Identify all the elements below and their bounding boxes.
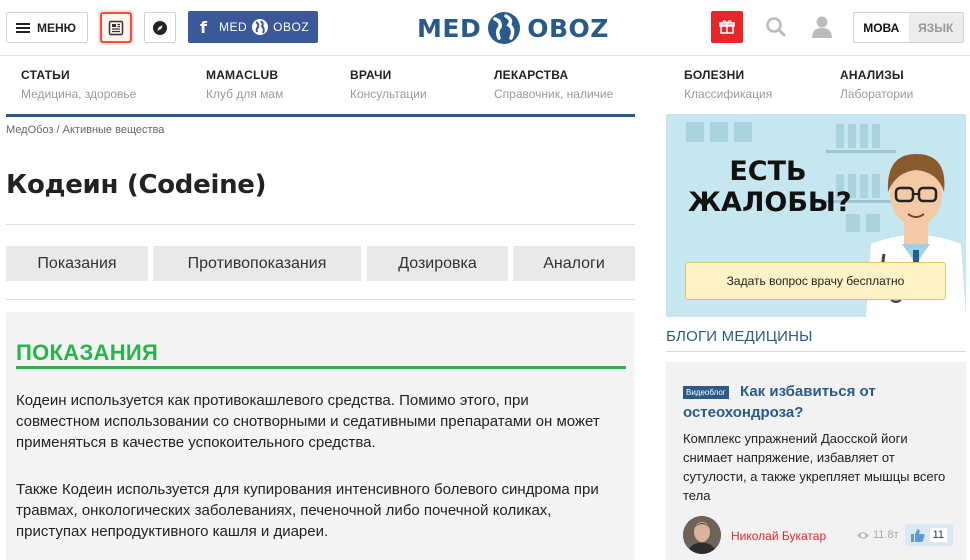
ask-doctor-banner[interactable]: ЕСТЬ ЖАЛОБЫ? Задать вопрос врачу бесплат… <box>666 114 966 317</box>
gift-icon <box>719 20 735 34</box>
breadcrumb-current[interactable]: Активные вещества <box>63 124 165 136</box>
lang-ukrainian[interactable]: МОВА <box>854 13 909 42</box>
nav-item-subtitle: Клуб для мам <box>206 87 284 101</box>
author-avatar[interactable] <box>683 516 721 554</box>
lang-russian[interactable]: ЯЗЫК <box>908 13 963 42</box>
like-count: 11 <box>929 528 947 542</box>
divider <box>666 351 966 352</box>
nav-item-title: MAMACLUB <box>206 68 279 82</box>
site-logo[interactable]: MED OBOZ <box>417 9 609 47</box>
language-switcher: МОВА ЯЗЫК <box>853 12 964 43</box>
nav-item-analyses[interactable]: АНАЛИЗЫ Лаборатории <box>840 68 913 101</box>
view-count: 11.8т <box>856 529 899 541</box>
gift-button[interactable] <box>711 11 743 43</box>
nav-item-articles[interactable]: СТАТЬИ Медицина, здоровье <box>21 68 136 101</box>
nav-item-mamaclub[interactable]: MAMACLUB Клуб для мам <box>206 68 283 101</box>
author-photo <box>683 516 721 554</box>
facebook-button[interactable]: f MED OBOZ <box>188 11 318 43</box>
tab-dosage[interactable]: Дозировка <box>367 246 508 281</box>
blogs-heading[interactable]: БЛОГИ МЕДИЦИНЫ <box>666 328 813 345</box>
logo-text-right: OBOZ <box>527 13 609 43</box>
facebook-icon: f <box>200 17 207 37</box>
divider <box>6 299 635 300</box>
nav-item-title: СТАТЬИ <box>21 68 70 82</box>
eye-icon <box>857 531 869 539</box>
section-divider <box>6 114 635 117</box>
banner-question: ЕСТЬ ЖАЛОБЫ? <box>688 156 852 218</box>
menu-label: МЕНЮ <box>37 20 77 35</box>
nav-item-subtitle: Консультации <box>350 87 427 101</box>
page-title: Кодеин (Codeine) <box>6 170 267 200</box>
nav-item-subtitle: Медицина, здоровье <box>21 87 137 101</box>
video-blog-badge: Видеоблог <box>683 386 729 399</box>
like-button[interactable]: 11 <box>905 524 953 546</box>
breadcrumb-home[interactable]: МедОбоз <box>6 124 53 136</box>
category-nav: СТАТЬИ Медицина, здоровье MAMACLUB Клуб … <box>0 57 970 113</box>
banner-question-line-2: ЖАЛОБЫ? <box>688 187 852 218</box>
site-header: МЕНЮ f MED OBOZ MED OBOZ МОВА ЯЗЫК <box>0 0 970 56</box>
nav-item-title: БОЛЕЗНИ <box>684 68 745 82</box>
view-count-value: 11.8т <box>873 529 899 541</box>
paragraph: Также Кодеин используется для купировани… <box>16 481 599 540</box>
compass-icon <box>153 20 167 35</box>
facebook-label-right: OBOZ <box>273 20 310 34</box>
tab-contraindications[interactable]: Противопоказания <box>153 246 361 281</box>
logo-globe-icon <box>488 12 521 44</box>
news-feed-button[interactable] <box>100 12 132 43</box>
newspaper-icon <box>108 20 124 35</box>
nav-item-diseases[interactable]: БОЛЕЗНИ Классификация <box>684 68 772 101</box>
banner-question-line-1: ЕСТЬ <box>729 156 807 187</box>
breadcrumb-separator: / <box>53 124 63 136</box>
compass-button[interactable] <box>144 12 176 43</box>
section-heading-underline <box>16 366 626 369</box>
author-name[interactable]: Николай Букатар <box>731 529 826 543</box>
search-icon[interactable] <box>765 16 787 38</box>
tab-indications[interactable]: Показания <box>6 246 148 281</box>
ask-doctor-button[interactable]: Задать вопрос врачу бесплатно <box>685 262 946 300</box>
globe-icon <box>252 19 269 35</box>
nav-item-subtitle: Справочник, наличие <box>494 87 614 101</box>
tab-analogs[interactable]: Аналоги <box>513 246 635 281</box>
paragraph: Кодеин используется как противокашлевого… <box>16 392 600 451</box>
divider <box>6 224 635 225</box>
nav-item-subtitle: Лаборатории <box>840 87 914 101</box>
user-icon[interactable] <box>811 15 833 39</box>
blog-excerpt: Комплекс упражнений Даосской йоги снимае… <box>683 431 946 503</box>
facebook-label-left: MED <box>218 20 248 34</box>
thumbs-up-icon <box>911 528 925 542</box>
menu-button[interactable]: МЕНЮ <box>6 12 88 43</box>
nav-item-doctors[interactable]: ВРАЧИ Консультации <box>350 68 427 101</box>
breadcrumb: МедОбоз / Активные вещества <box>6 124 164 136</box>
nav-item-title: ВРАЧИ <box>350 68 392 82</box>
nav-item-title: АНАЛИЗЫ <box>840 68 904 82</box>
section-heading: ПОКАЗАНИЯ <box>16 340 159 365</box>
nav-item-subtitle: Классификация <box>684 87 773 101</box>
nav-item-title: ЛЕКАРСТВА <box>494 68 569 82</box>
logo-text-left: MED <box>417 13 482 43</box>
nav-item-medicines[interactable]: ЛЕКАРСТВА Справочник, наличие <box>494 68 613 101</box>
hamburger-icon <box>16 22 30 33</box>
